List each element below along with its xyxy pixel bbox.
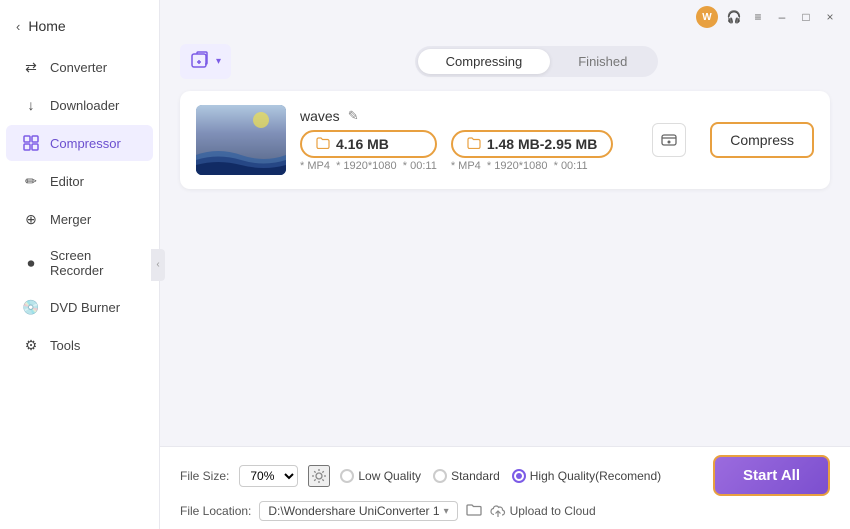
- compress-button[interactable]: Compress: [710, 122, 814, 158]
- sidebar-item-tools[interactable]: ⚙ Tools: [6, 327, 153, 363]
- compressed-size-box: 1.48 MB-2.95 MB: [451, 130, 613, 158]
- quality-standard-label: Standard: [451, 469, 500, 483]
- open-folder-icon[interactable]: [466, 503, 482, 520]
- close-button[interactable]: ×: [822, 9, 838, 25]
- size-info: 4.16 MB * MP4 * 1920*1080 * 00:11: [300, 130, 628, 172]
- quality-radio-group: Low Quality Standard High Quality(Recome…: [340, 469, 661, 483]
- downloader-icon: ↓: [22, 96, 40, 114]
- headset-icon[interactable]: 🎧: [726, 9, 742, 25]
- titlebar: W 🎧 ≡ – □ ×: [160, 0, 850, 34]
- start-all-button[interactable]: Start All: [713, 455, 830, 496]
- original-size-meta: * MP4 * 1920*1080 * 00:11: [300, 160, 437, 172]
- file-name-row: waves ✎: [300, 108, 628, 124]
- original-size-value: 4.16 MB: [336, 136, 389, 152]
- sidebar-item-label: Compressor: [50, 136, 121, 151]
- add-file-chevron: ▾: [216, 56, 221, 67]
- sidebar-item-label: Downloader: [50, 98, 119, 113]
- upload-cloud-label: Upload to Cloud: [510, 504, 596, 518]
- screen-recorder-icon: ⏺: [22, 254, 40, 272]
- sidebar-item-label: Converter: [50, 60, 107, 75]
- location-path-text: D:\Wondershare UniConverter 1: [268, 504, 439, 518]
- quality-high[interactable]: High Quality(Recomend): [512, 469, 661, 483]
- sidebar-item-merger[interactable]: ⊕ Merger: [6, 201, 153, 237]
- converter-icon: ⇄: [22, 58, 40, 76]
- edit-icon[interactable]: ✎: [348, 108, 359, 124]
- add-file-icon: [190, 50, 212, 73]
- file-size-select[interactable]: 70% 50% 80% 90%: [239, 465, 298, 487]
- radio-low-dot: [340, 469, 354, 483]
- file-size-label: File Size:: [180, 469, 229, 483]
- sidebar-item-screen-recorder[interactable]: ⏺ Screen Recorder: [6, 239, 153, 287]
- dvd-burner-icon: 💿: [22, 298, 40, 316]
- file-location-row: File Location: D:\Wondershare UniConvert…: [180, 501, 830, 521]
- quality-settings-icon[interactable]: [308, 465, 330, 487]
- add-file-button[interactable]: ▾: [180, 44, 231, 79]
- sidebar-item-label: DVD Burner: [50, 300, 120, 315]
- upload-cloud-button[interactable]: Upload to Cloud: [490, 504, 596, 518]
- tab-switcher: Compressing Finished: [415, 46, 659, 77]
- location-chevron-icon: ▾: [444, 506, 449, 517]
- sidebar-item-converter[interactable]: ⇄ Converter: [6, 49, 153, 85]
- folder-icon: [316, 137, 330, 152]
- toolbar: ▾ Compressing Finished: [180, 44, 830, 79]
- sidebar-item-compressor[interactable]: Compressor: [6, 125, 153, 161]
- original-size-group: 4.16 MB * MP4 * 1920*1080 * 00:11: [300, 130, 437, 172]
- settings-action-button[interactable]: [652, 123, 686, 157]
- quality-standard[interactable]: Standard: [433, 469, 500, 483]
- back-icon: ‹: [16, 19, 20, 34]
- file-location-label: File Location:: [180, 504, 251, 518]
- sidebar-item-dvd-burner[interactable]: 💿 DVD Burner: [6, 289, 153, 325]
- location-path-selector[interactable]: D:\Wondershare UniConverter 1 ▾: [259, 501, 457, 521]
- menu-icon[interactable]: ≡: [750, 9, 766, 25]
- minimize-button[interactable]: –: [774, 9, 790, 25]
- user-avatar[interactable]: W: [696, 6, 718, 28]
- compressor-icon: [22, 134, 40, 152]
- sidebar-item-label: Merger: [50, 212, 91, 227]
- editor-icon: ✏: [22, 172, 40, 190]
- sidebar-item-label: Tools: [50, 338, 80, 353]
- radio-standard-dot: [433, 469, 447, 483]
- compressed-size-meta: * MP4 * 1920*1080 * 00:11: [451, 160, 613, 172]
- sidebar-item-label: Screen Recorder: [50, 248, 137, 278]
- quality-low[interactable]: Low Quality: [340, 469, 421, 483]
- original-size-box: 4.16 MB: [300, 130, 437, 158]
- sidebar: ‹ Home ⇄ Converter ↓ Downloader Compress…: [0, 0, 160, 529]
- file-info: waves ✎ 4.16 MB: [300, 108, 628, 172]
- sidebar-item-downloader[interactable]: ↓ Downloader: [6, 87, 153, 123]
- sidebar-item-editor[interactable]: ✏ Editor: [6, 163, 153, 199]
- file-thumbnail: [196, 105, 286, 175]
- file-name: waves: [300, 108, 340, 124]
- compressed-size-value: 1.48 MB-2.95 MB: [487, 136, 597, 152]
- file-card: waves ✎ 4.16 MB: [180, 91, 830, 189]
- content-area: ▾ Compressing Finished: [160, 34, 850, 446]
- merger-icon: ⊕: [22, 210, 40, 228]
- compressed-size-group: 1.48 MB-2.95 MB * MP4 * 1920*1080 * 00:1…: [451, 130, 613, 172]
- home-label: Home: [28, 18, 65, 34]
- sidebar-item-label: Editor: [50, 174, 84, 189]
- tab-compressing[interactable]: Compressing: [418, 49, 551, 74]
- quality-low-label: Low Quality: [358, 469, 421, 483]
- radio-high-dot: [512, 469, 526, 483]
- compressed-folder-icon: [467, 137, 481, 152]
- quality-high-label: High Quality(Recomend): [530, 469, 661, 483]
- action-icons: [652, 123, 686, 157]
- home-nav[interactable]: ‹ Home: [0, 10, 159, 48]
- bottom-bar: File Size: 70% 50% 80% 90% Low Quality: [160, 446, 850, 529]
- tools-icon: ⚙: [22, 336, 40, 354]
- file-size-row: File Size: 70% 50% 80% 90% Low Quality: [180, 455, 830, 496]
- tab-finished[interactable]: Finished: [550, 49, 655, 74]
- maximize-button[interactable]: □: [798, 9, 814, 25]
- sidebar-collapse-handle[interactable]: ‹: [151, 249, 165, 281]
- main-content: W 🎧 ≡ – □ × ▾ Com: [160, 0, 850, 529]
